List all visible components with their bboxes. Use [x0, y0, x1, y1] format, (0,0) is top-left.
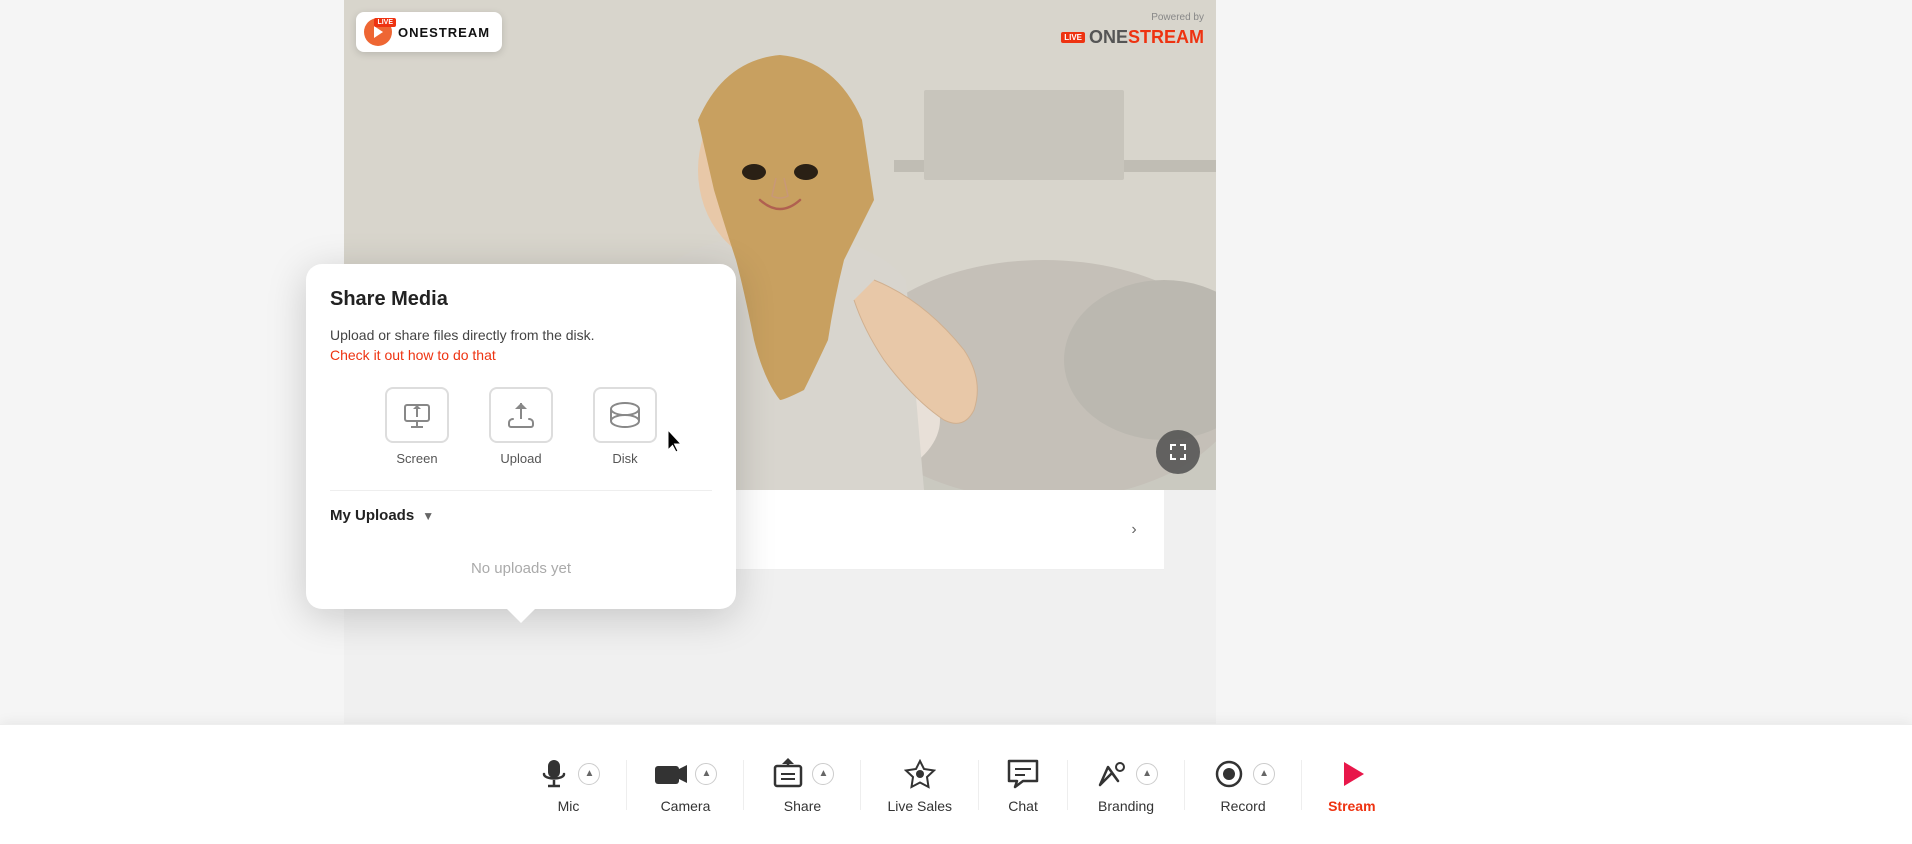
divider [330, 490, 712, 491]
live-sales-icon [902, 756, 938, 792]
camera-icon-row: ▲ [653, 756, 717, 792]
record-chevron-up[interactable]: ▲ [1253, 763, 1275, 785]
branding-icon-row: ▲ [1094, 756, 1158, 792]
my-uploads-header[interactable]: My Uploads ▼ [330, 507, 712, 524]
divider-1 [626, 760, 627, 810]
share-label: Share [784, 798, 821, 814]
mic-label: Mic [558, 798, 580, 814]
disk-icon-container [593, 387, 657, 443]
chat-label: Chat [1008, 798, 1038, 814]
stream-label: Stream [1328, 798, 1375, 814]
powered-by: Powered by LIVE ONESTREAM [1061, 12, 1204, 48]
upload-icon [505, 399, 537, 431]
no-uploads-message: No uploads yet [330, 540, 712, 585]
check-it-out-link[interactable]: Check it out how to do that [330, 347, 496, 363]
branding-chevron-up[interactable]: ▲ [1136, 763, 1158, 785]
toolbar-item-live-sales[interactable]: Live Sales [869, 756, 970, 814]
chat-icon-row [1005, 756, 1041, 792]
fullscreen-button[interactable] [1156, 430, 1200, 474]
share-chevron-up[interactable]: ▲ [812, 763, 834, 785]
record-icon [1211, 756, 1247, 792]
popup-description: Upload or share files directly from the … [330, 327, 712, 343]
divider-4 [978, 760, 979, 810]
live-sales-label: Live Sales [887, 798, 952, 814]
logo-text: ONESTREAM [398, 25, 490, 40]
share-icon-row: ▲ [770, 756, 834, 792]
upload-option[interactable]: Upload [489, 387, 553, 466]
toolbar-item-mic[interactable]: ▲ Mic [518, 756, 618, 814]
divider-7 [1301, 760, 1302, 810]
divider-3 [860, 760, 861, 810]
disk-option[interactable]: Disk [593, 387, 657, 466]
layout-next-arrow[interactable]: › [1120, 516, 1148, 544]
screen-icon-container [385, 387, 449, 443]
toolbar-item-branding[interactable]: ▲ Branding [1076, 756, 1176, 814]
live-badge-small: LIVE [1061, 32, 1085, 43]
toolbar-item-chat[interactable]: Chat [987, 756, 1059, 814]
stream-icon [1334, 756, 1370, 792]
divider-5 [1067, 760, 1068, 810]
onestream-brand: LIVE ONESTREAM [1061, 27, 1204, 48]
camera-icon [653, 756, 689, 792]
camera-label: Camera [661, 798, 711, 814]
toolbar-item-share[interactable]: ▲ Share [752, 756, 852, 814]
upload-options: Screen Upload D [330, 387, 712, 466]
left-panel [0, 0, 344, 844]
branding-icon [1094, 756, 1130, 792]
disk-label: Disk [612, 451, 637, 466]
branding-label: Branding [1098, 798, 1154, 814]
logo-overlay: LIVE ONESTREAM [356, 12, 502, 52]
screen-label: Screen [396, 451, 437, 466]
powered-by-text: Powered by [1061, 12, 1204, 23]
bottom-toolbar: ▲ Mic ▲ Camera [0, 724, 1912, 844]
mic-icon [536, 756, 572, 792]
camera-chevron-up[interactable]: ▲ [695, 763, 717, 785]
mic-icon-row: ▲ [536, 756, 600, 792]
mic-chevron-up[interactable]: ▲ [578, 763, 600, 785]
my-uploads-label: My Uploads [330, 507, 414, 524]
record-label: Record [1220, 798, 1265, 814]
share-icon [770, 756, 806, 792]
logo-badge: LIVE ONESTREAM [356, 12, 502, 52]
stream-icon-row [1334, 756, 1370, 792]
chevron-down-icon: ▼ [422, 509, 434, 523]
upload-label: Upload [500, 451, 541, 466]
right-panel [1216, 0, 1912, 844]
toolbar-item-stream[interactable]: Stream [1310, 756, 1393, 814]
chat-icon [1005, 756, 1041, 792]
disk-icon [607, 399, 643, 431]
toolbar-item-camera[interactable]: ▲ Camera [635, 756, 735, 814]
share-media-popup: Share Media Upload or share files direct… [306, 264, 736, 609]
logo-play-icon: LIVE [364, 18, 392, 46]
live-sales-icon-row [902, 756, 938, 792]
record-icon-row: ▲ [1211, 756, 1275, 792]
divider-2 [743, 760, 744, 810]
upload-icon-container [489, 387, 553, 443]
live-badge: LIVE [374, 18, 396, 27]
toolbar-item-record[interactable]: ▲ Record [1193, 756, 1293, 814]
popup-title: Share Media [330, 288, 712, 311]
divider-6 [1184, 760, 1185, 810]
screen-icon [401, 399, 433, 431]
brand-text: ONESTREAM [1089, 27, 1204, 48]
screen-option[interactable]: Screen [385, 387, 449, 466]
